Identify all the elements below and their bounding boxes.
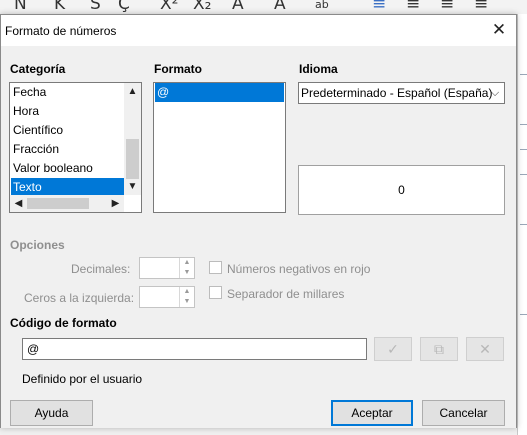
codigo-input[interactable]: @ <box>22 338 367 360</box>
list-item[interactable]: Fracción <box>11 140 124 159</box>
highlight-icon: A <box>274 0 286 14</box>
list-item[interactable]: Científico <box>11 121 124 140</box>
align-right-icon: ≡ <box>440 0 455 14</box>
align-left-icon: ≡ <box>372 0 387 14</box>
ayuda-button[interactable]: Ayuda <box>10 400 93 426</box>
font-color-icon: A <box>232 0 244 14</box>
categoria-vertical-scrollbar[interactable]: ▲ ▼ <box>124 83 141 195</box>
scroll-right-icon[interactable]: ▶ <box>107 195 124 212</box>
list-item[interactable]: Fecha <box>11 83 124 102</box>
idioma-value: Predeterminado - Español (España) <box>301 86 493 100</box>
spin-down-icon[interactable]: ▼ <box>180 268 194 278</box>
dialog-body: Categoría Fecha Hora Científico Fracción… <box>1 46 516 428</box>
idioma-label: Idioma <box>299 62 338 76</box>
formato-listbox[interactable]: @ <box>153 82 286 213</box>
list-item-selected[interactable]: @ <box>155 83 284 102</box>
strikethrough-icon: Ç <box>118 0 130 14</box>
decimales-label: Decimales: <box>71 262 131 276</box>
opciones-label: Opciones <box>10 238 65 252</box>
spin-up-icon[interactable]: ▲ <box>180 287 194 297</box>
formato-label: Formato <box>154 62 202 76</box>
list-item[interactable]: Hora <box>11 102 124 121</box>
scroll-up-icon[interactable]: ▲ <box>124 83 141 100</box>
decimales-stepper[interactable]: ▲ ▼ <box>139 257 195 279</box>
format-preview: 0 <box>298 165 505 215</box>
background-sheet-edge <box>517 14 527 435</box>
negativos-rojo-label: Números negativos en rojo <box>227 262 371 276</box>
align-center-icon: ≡ <box>406 0 421 14</box>
categoria-listbox[interactable]: Fecha Hora Científico Fracción Valor boo… <box>9 82 142 213</box>
separador-checkbox[interactable] <box>209 286 222 299</box>
bold-icon: N <box>14 0 27 14</box>
close-icon[interactable]: ✕ <box>488 19 510 41</box>
separador-label: Separador de millares <box>227 287 345 301</box>
categoria-label: Categoría <box>10 62 66 76</box>
scroll-down-icon[interactable]: ▼ <box>124 178 141 195</box>
justify-icon: ≡ <box>474 0 489 14</box>
ceros-stepper[interactable]: ▲ ▼ <box>139 286 195 308</box>
dialog-title: Formato de números <box>5 24 117 38</box>
negativos-rojo-checkbox[interactable] <box>209 261 222 274</box>
spin-down-icon[interactable]: ▼ <box>180 297 194 307</box>
dialog-titlebar: Formato de números ✕ <box>1 15 516 46</box>
preview-value: 0 <box>398 183 405 197</box>
codigo-status: Definido por el usuario <box>22 372 143 386</box>
codigo-label: Código de formato <box>10 316 117 330</box>
background-toolbar: N K S Ç X² X₂ A A ab ≡ ≡ ≡ ≡ <box>0 0 527 14</box>
char-highlight-icon: ab <box>315 0 329 11</box>
superscript-icon: X² <box>160 0 179 14</box>
list-item[interactable]: Valor booleano <box>11 159 124 178</box>
idioma-select[interactable]: Predeterminado - Español (España) ⌵ <box>298 82 505 104</box>
cancelar-button[interactable]: Cancelar <box>422 400 505 426</box>
number-format-dialog: Formato de números ✕ Categoría Fecha Hor… <box>0 14 517 428</box>
chevron-down-icon[interactable]: ⌵ <box>486 83 504 103</box>
scroll-left-icon[interactable]: ◀ <box>10 195 27 212</box>
categoria-horizontal-scrollbar[interactable]: ◀ ▶ <box>10 195 124 212</box>
ceros-label: Ceros a la izquierda: <box>24 291 135 305</box>
comment-format-button[interactable]: ⧉ <box>420 337 458 361</box>
italic-icon: K <box>54 0 66 14</box>
delete-format-button[interactable]: ✕ <box>466 337 504 361</box>
subscript-icon: X₂ <box>193 0 212 14</box>
aceptar-button[interactable]: Aceptar <box>331 400 413 426</box>
underline-icon: S <box>90 0 101 14</box>
spin-up-icon[interactable]: ▲ <box>180 258 194 268</box>
scroll-thumb[interactable] <box>126 139 139 179</box>
add-format-button[interactable]: ✓ <box>374 337 412 361</box>
scroll-thumb[interactable] <box>27 198 89 209</box>
